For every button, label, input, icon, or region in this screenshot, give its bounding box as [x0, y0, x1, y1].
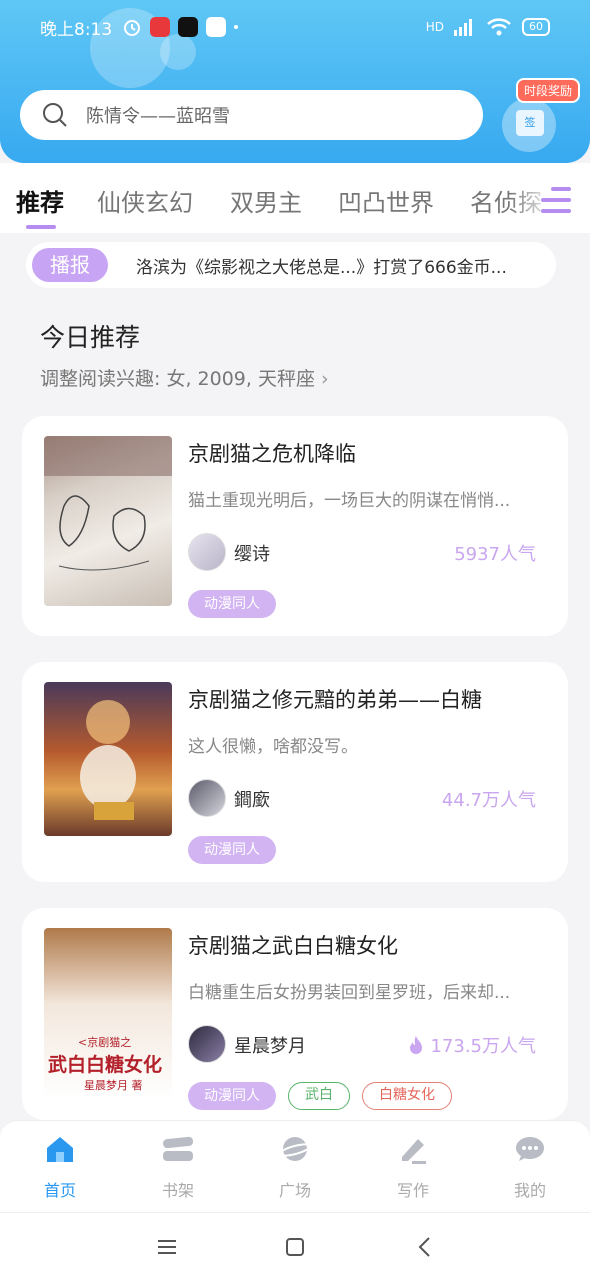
tab-aotu-world[interactable]: 凹凸世界 — [338, 183, 434, 218]
author-name: 缨诗 — [234, 544, 270, 565]
avatar — [188, 779, 226, 817]
video-app-icon — [206, 17, 227, 37]
app-notification-icon — [150, 17, 171, 37]
interest-settings-link[interactable]: 调整阅读兴趣: 女, 2009, 天秤座 › — [40, 364, 329, 391]
popularity: 173.5万人气 — [408, 1032, 536, 1058]
category-tabs: 推荐 仙侠玄幻 双男主 凹凸世界 名侦探 — [0, 163, 590, 233]
nav-label: 首页 — [43, 1181, 76, 1200]
book-description: 猫土重现光明后，一场巨大的阴谋在悄悄... — [188, 491, 511, 511]
book-cover — [44, 682, 172, 836]
search-bar[interactable]: 陈情令——蓝昭雪 — [20, 90, 483, 140]
wifi-icon — [487, 18, 511, 36]
author-name: 鐧廞 — [234, 790, 270, 811]
nav-bookshelf[interactable]: 书架 — [138, 1133, 218, 1201]
tab-recommend[interactable]: 推荐 — [16, 183, 64, 218]
book-card[interactable]: 京剧猫之修元黯的弟弟——白糖 这人很懒，啥都没写。 鐧廞 44.7万人气 动漫同… — [22, 662, 568, 882]
book-description: 白糖重生后女扮男装回到星罗班，后来却... — [188, 983, 511, 1003]
category-menu-icon[interactable] — [541, 187, 571, 213]
tag[interactable]: 动漫同人 — [188, 590, 276, 618]
home-icon — [47, 1137, 73, 1162]
section-title: 今日推荐 — [40, 323, 141, 352]
reward-button[interactable]: 签 时段奖励 — [500, 78, 581, 158]
dot-icon — [234, 25, 239, 29]
tab-double-male[interactable]: 双男主 — [230, 183, 302, 218]
popularity: 44.7万人气 — [441, 790, 536, 811]
book-card[interactable]: 京剧猫之危机降临 猫土重现光明后，一场巨大的阴谋在悄悄... 缨诗 5937人气… — [22, 416, 568, 636]
signal-icon — [454, 19, 472, 36]
signal-label: HD — [425, 20, 444, 34]
book-title: 京剧猫之武白白糖女化 — [188, 934, 398, 958]
nav-label: 书架 — [161, 1181, 194, 1200]
tab-active-indicator — [26, 225, 56, 229]
book-title: 京剧猫之危机降临 — [188, 442, 356, 466]
broadcast-bar[interactable]: 播报 洛滨为《综影视之大佬总是...》打赏了666金币... — [26, 242, 556, 288]
search-icon — [43, 103, 67, 127]
cover-author: 星晨梦月 著 — [84, 1079, 143, 1092]
tag-row: 动漫同人 — [188, 836, 276, 864]
nav-label: 我的 — [513, 1181, 546, 1200]
broadcast-label: 播报 — [32, 248, 108, 282]
author-name: 星晨梦月 — [234, 1036, 306, 1057]
system-nav-bar — [0, 1212, 590, 1280]
tag-row: 动漫同人 武白 白糖女化 — [188, 1082, 452, 1110]
home-button-icon[interactable] — [281, 1233, 309, 1261]
gift-icon: 签 — [516, 110, 544, 136]
nav-square[interactable]: 广场 — [255, 1133, 335, 1201]
pen-icon — [402, 1139, 426, 1164]
popularity-value: 173.5万人气 — [430, 1036, 536, 1057]
menu-icon[interactable] — [153, 1233, 181, 1261]
tiktok-icon — [178, 17, 199, 37]
status-time: 晚上8:13 — [40, 19, 113, 40]
header: 晚上8:13 HD 60 陈情令——蓝昭雪 签 时段奖励 — [0, 0, 590, 163]
avatar — [188, 1025, 226, 1063]
reward-badge: 时段奖励 — [516, 78, 581, 103]
tag[interactable]: 动漫同人 — [188, 836, 276, 864]
back-icon[interactable] — [411, 1233, 439, 1261]
book-card[interactable]: <京剧猫之 武白白糖女化 星晨梦月 著 京剧猫之武白白糖女化 白糖重生后女扮男装… — [22, 908, 568, 1120]
broadcast-text: 洛滨为《综影视之大佬总是...》打赏了666金币... — [136, 257, 507, 278]
book-cover: <京剧猫之 武白白糖女化 星晨梦月 著 — [44, 928, 172, 1098]
tag[interactable]: 动漫同人 — [188, 1082, 276, 1110]
nav-home[interactable]: 首页 — [20, 1133, 100, 1201]
book-description: 这人很懒，啥都没写。 — [188, 737, 358, 757]
popularity: 5937人气 — [454, 544, 536, 565]
tag[interactable]: 白糖女化 — [362, 1082, 452, 1110]
planet-icon — [278, 1137, 312, 1161]
chevron-right-icon: › — [320, 368, 329, 390]
avatar — [188, 533, 226, 571]
tag[interactable]: 武白 — [288, 1082, 350, 1110]
nav-mine[interactable]: 我的 — [490, 1133, 570, 1201]
flame-icon — [410, 1036, 423, 1054]
chat-bubble-icon — [516, 1137, 544, 1161]
bottom-nav: 首页 书架 广场 写作 我的 — [0, 1120, 590, 1212]
status-bar: 晚上8:13 HD 60 — [40, 14, 550, 40]
book-title: 京剧猫之修元黯的弟弟——白糖 — [188, 688, 482, 712]
tab-xianxia[interactable]: 仙侠玄幻 — [97, 183, 193, 218]
cover-title-line2: 武白白糖女化 — [48, 1054, 163, 1076]
nav-label: 广场 — [278, 1181, 311, 1200]
tag-row: 动漫同人 — [188, 590, 276, 618]
battery-indicator: 60 — [522, 18, 550, 36]
book-cover — [44, 436, 172, 606]
nav-write[interactable]: 写作 — [373, 1133, 453, 1201]
section-subtitle: 调整阅读兴趣: 女, 2009, 天秤座 — [40, 368, 315, 390]
search-placeholder: 陈情令——蓝昭雪 — [86, 106, 230, 127]
bookshelf-icon — [163, 1136, 194, 1161]
nav-label: 写作 — [396, 1181, 429, 1200]
alarm-icon — [124, 20, 141, 36]
cover-title-line1: <京剧猫之 — [78, 1036, 132, 1049]
